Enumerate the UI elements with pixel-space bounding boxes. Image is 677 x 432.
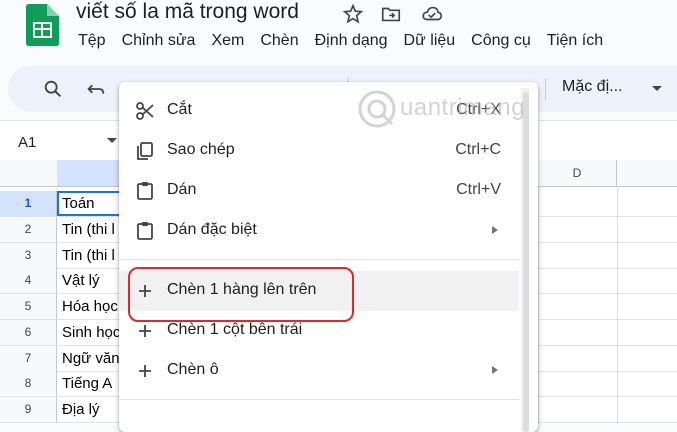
menu-edit[interactable]: Chỉnh sửa: [114, 30, 204, 54]
menu-item-label: Dán đặc biệt: [167, 221, 257, 238]
submenu-arrow-icon: [492, 226, 498, 234]
row-header[interactable]: 3: [0, 243, 57, 268]
cell-a1[interactable]: Toán: [57, 191, 124, 216]
scissors-icon: [136, 102, 154, 120]
watermark: uantrimang: [350, 86, 586, 132]
row-header[interactable]: 6: [0, 320, 57, 345]
menu-tools[interactable]: Công cụ: [463, 30, 539, 54]
name-box[interactable]: A1: [18, 134, 36, 151]
sheets-logo-icon[interactable]: [23, 4, 59, 46]
menu-data[interactable]: Dữ liệu: [396, 30, 464, 54]
cloud-saved-icon[interactable]: [421, 3, 443, 25]
context-menu: Cắt Ctrl+X Sao chép Ctrl+C Dán Ctrl+V Dá…: [119, 82, 538, 432]
row-header[interactable]: 8: [0, 371, 57, 396]
plus-icon: [139, 325, 151, 337]
title-bar: viết số la mã trong word Tệp Chỉnh sửa X…: [0, 0, 677, 64]
undo-icon[interactable]: [85, 78, 107, 100]
menu-bar: Tệp Chỉnh sửa Xem Chèn Định dạng Dữ liệu…: [70, 30, 611, 54]
cell-a6[interactable]: Sinh học: [57, 320, 124, 345]
select-all-corner[interactable]: [0, 160, 58, 186]
menu-item-label: Dán: [167, 181, 197, 198]
cell-a3[interactable]: Tin (thi l: [57, 243, 124, 268]
menu-item-paste-special[interactable]: Dán đặc biệt: [119, 211, 519, 251]
menu-item-shortcut: Ctrl+V: [456, 181, 501, 198]
submenu-arrow-icon: [492, 366, 498, 374]
row-header[interactable]: 5: [0, 294, 57, 319]
row-header[interactable]: 1: [0, 191, 57, 216]
menu-scrollbar-thumb[interactable]: [523, 92, 529, 432]
watermark-text: uantrimang: [400, 94, 526, 121]
paste-special-icon: [137, 222, 153, 240]
font-select-caret-icon[interactable]: [652, 86, 662, 91]
row-header[interactable]: 2: [0, 217, 57, 242]
menu-item-label: Cắt: [167, 101, 192, 118]
cell-a5[interactable]: Hóa học: [57, 294, 124, 319]
row-header[interactable]: 9: [0, 397, 57, 422]
column-header-a[interactable]: [57, 160, 120, 186]
move-folder-icon[interactable]: [380, 3, 402, 25]
menu-extensions[interactable]: Tiện ích: [539, 30, 611, 54]
cell-a4[interactable]: Vật lý: [57, 268, 124, 293]
menu-format[interactable]: Định dạng: [307, 30, 396, 54]
row-header[interactable]: 7: [0, 346, 57, 371]
star-icon[interactable]: [342, 3, 364, 25]
row-header[interactable]: 4: [0, 268, 57, 293]
watermark-logo-icon: [358, 90, 396, 128]
column-header-d[interactable]: D: [538, 160, 617, 186]
menu-divider: [119, 259, 519, 260]
copy-icon: [137, 142, 153, 160]
menu-item-shortcut: Ctrl+C: [455, 141, 501, 158]
cell-a7[interactable]: Ngữ văn: [57, 346, 124, 371]
menu-file[interactable]: Tệp: [70, 30, 114, 54]
cell-a2[interactable]: Tin (thi l: [57, 217, 124, 242]
cell-a9[interactable]: Địa lý: [57, 397, 124, 422]
plus-icon: [139, 365, 151, 377]
menu-divider: [119, 399, 519, 400]
menu-insert[interactable]: Chèn: [252, 30, 306, 54]
menu-item-label: Chèn 1 cột bên trái: [167, 321, 303, 338]
search-icon[interactable]: [42, 78, 64, 100]
menu-item-copy[interactable]: Sao chép Ctrl+C: [119, 131, 519, 171]
document-title[interactable]: viết số la mã trong word: [76, 0, 299, 24]
name-box-caret-icon[interactable]: [107, 138, 117, 143]
menu-item-insert-cells[interactable]: Chèn ô: [119, 351, 519, 391]
menu-item-label: Chèn ô: [167, 361, 219, 378]
menu-item-label: Sao chép: [167, 141, 235, 158]
annotation-highlight: [128, 267, 354, 322]
menu-item-paste[interactable]: Dán Ctrl+V: [119, 171, 519, 211]
menu-view[interactable]: Xem: [203, 30, 252, 54]
cell-a8[interactable]: Tiếng A: [57, 371, 124, 396]
paste-icon: [137, 182, 153, 200]
